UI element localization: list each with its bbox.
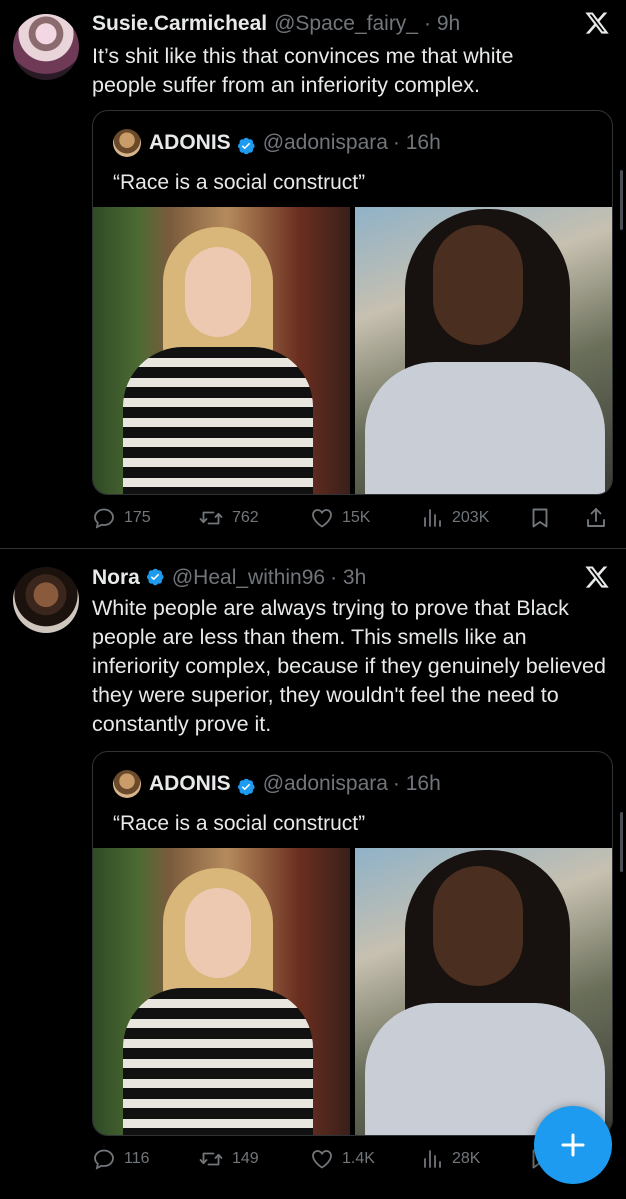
quoted-time: · 16h bbox=[392, 772, 441, 795]
quoted-author-name: ADONIS bbox=[149, 772, 231, 795]
tweet-text: It’s shit like this that convinces me th… bbox=[92, 44, 514, 97]
views-icon bbox=[420, 1147, 444, 1171]
action-bar: 175 762 15K 203K bbox=[92, 506, 612, 532]
like-count: 15K bbox=[342, 509, 371, 526]
tweet[interactable]: Nora @Heal_within96 · 3h White people ar… bbox=[0, 549, 626, 1199]
author-name[interactable]: Susie.Carmicheal bbox=[92, 12, 267, 36]
bookmark-icon bbox=[528, 506, 552, 530]
quoted-header: ADONIS @adonispara · 16h bbox=[113, 129, 441, 157]
reply-icon bbox=[92, 1147, 116, 1171]
media-grid bbox=[93, 207, 612, 494]
quoted-time: · 16h bbox=[392, 131, 441, 154]
tweet-text: White people are always trying to prove … bbox=[92, 596, 606, 736]
like-icon bbox=[310, 506, 334, 530]
quoted-header: ADONIS @adonispara · 16h bbox=[113, 770, 441, 798]
verified-badge-icon bbox=[145, 567, 165, 587]
like-icon bbox=[310, 1147, 334, 1171]
reply-button[interactable]: 116 bbox=[92, 1147, 150, 1171]
author-name[interactable]: Nora bbox=[92, 566, 140, 590]
quoted-avatar bbox=[113, 129, 141, 157]
reply-icon bbox=[92, 506, 116, 530]
repost-count: 149 bbox=[232, 1150, 259, 1167]
quoted-author-handle: @adonispara bbox=[262, 772, 388, 795]
media-photo-right[interactable] bbox=[355, 207, 612, 494]
views-count: 203K bbox=[452, 509, 490, 526]
author-handle[interactable]: @Heal_within96 bbox=[172, 566, 325, 590]
tweet-time[interactable]: · 3h bbox=[330, 566, 366, 590]
views-button[interactable]: 203K bbox=[420, 506, 489, 530]
repost-icon bbox=[198, 506, 224, 530]
x-logo-icon bbox=[584, 564, 610, 590]
tweet[interactable]: Susie.Carmicheal @Space_fairy_ · 9h It’s… bbox=[0, 0, 626, 548]
quoted-avatar bbox=[113, 770, 141, 798]
media-photo-left[interactable] bbox=[93, 848, 350, 1135]
share-icon bbox=[584, 506, 608, 530]
x-logo-icon bbox=[584, 10, 610, 36]
quoted-tweet[interactable]: ADONIS @adonispara · 16h “Race is a soci… bbox=[92, 751, 613, 1136]
like-button[interactable]: 15K bbox=[310, 506, 370, 530]
views-icon bbox=[420, 506, 444, 530]
avatar[interactable] bbox=[13, 14, 79, 80]
tweet-time[interactable]: · 9h bbox=[424, 12, 460, 36]
scrollbar[interactable] bbox=[620, 812, 623, 872]
verified-badge-icon bbox=[236, 136, 256, 156]
tweet-header: Nora @Heal_within96 · 3h bbox=[92, 564, 366, 590]
compose-button[interactable] bbox=[534, 1106, 612, 1184]
media-photo-left[interactable] bbox=[93, 207, 350, 494]
quoted-text: “Race is a social construct” bbox=[113, 812, 366, 835]
plus-icon bbox=[561, 1133, 585, 1157]
repost-button[interactable]: 149 bbox=[198, 1147, 259, 1171]
author-handle[interactable]: @Space_fairy_ bbox=[274, 12, 418, 36]
quoted-author-handle: @adonispara bbox=[262, 131, 388, 154]
views-button[interactable]: 28K bbox=[420, 1147, 480, 1171]
like-button[interactable]: 1.4K bbox=[310, 1147, 375, 1171]
tweet-header: Susie.Carmicheal @Space_fairy_ · 9h bbox=[92, 12, 460, 36]
quoted-text: “Race is a social construct” bbox=[113, 171, 366, 194]
reply-button[interactable]: 175 bbox=[92, 506, 151, 530]
repost-icon bbox=[198, 1147, 224, 1171]
verified-badge-icon bbox=[236, 777, 256, 797]
media-photo-right[interactable] bbox=[355, 848, 612, 1135]
scrollbar[interactable] bbox=[620, 170, 623, 230]
reply-count: 116 bbox=[124, 1150, 150, 1167]
quoted-tweet[interactable]: ADONIS @adonispara · 16h “Race is a soci… bbox=[92, 110, 613, 495]
avatar[interactable] bbox=[13, 567, 79, 633]
bookmark-button[interactable] bbox=[528, 506, 560, 530]
like-count: 1.4K bbox=[342, 1150, 375, 1167]
media-grid bbox=[93, 848, 612, 1135]
views-count: 28K bbox=[452, 1150, 481, 1167]
repost-button[interactable]: 762 bbox=[198, 506, 259, 530]
share-button[interactable] bbox=[584, 506, 616, 530]
repost-count: 762 bbox=[232, 509, 259, 526]
reply-count: 175 bbox=[124, 509, 151, 526]
quoted-author-name: ADONIS bbox=[149, 131, 231, 154]
